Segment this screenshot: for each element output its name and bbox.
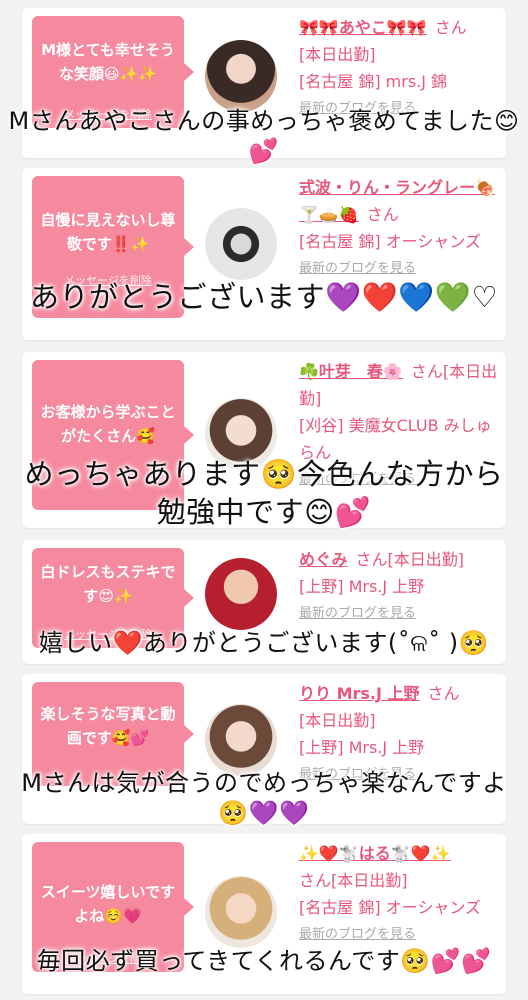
honorific: さん — [366, 205, 399, 224]
shop-text: [名古屋 錦] オーシャンズ — [299, 232, 482, 251]
message-text: スイーツ嬉しいですよね☺️💗 — [40, 883, 176, 925]
overlay-caption: 嬉しい❤️ありがとうございます(˚ଳ˚ )🥺 — [39, 629, 489, 657]
message-text: M様とても幸せそうな笑顔😃✨✨ — [41, 41, 175, 83]
honorific: さん — [434, 18, 467, 37]
status-text: [本日出勤] — [299, 45, 376, 64]
avatar[interactable] — [205, 558, 277, 630]
honorific: さん — [427, 684, 460, 703]
message-text: 楽しそうな写真と動画です🥰💕 — [40, 705, 176, 747]
avatar[interactable] — [205, 208, 277, 280]
overlay-caption: Mさんは気が合うのでめっちゃ楽なんですよ🥺💜💜 — [21, 769, 507, 827]
cast-name-link[interactable]: ☘️叶芽 春🌸 — [299, 362, 403, 381]
message-text: 自慢に見えないし尊敬です‼️✨ — [40, 211, 176, 253]
shop-text: [名古屋 錦] mrs.J 錦 — [299, 72, 448, 91]
cast-info: めぐみ さん[本日出勤] [上野] Mrs.J 上野 最新のブログを見る — [299, 546, 499, 627]
cast-info: ✨❤️🐩はる🐩❤️✨ さん[本日出勤] [名古屋 錦] オーシャンズ 最新のブロ… — [299, 840, 499, 948]
avatar[interactable] — [205, 704, 277, 776]
cast-name-link[interactable]: ✨❤️🐩はる🐩❤️✨ — [299, 844, 451, 863]
overlay-caption: めっちゃあります🥺今色んな方から勉強中です😊💕 — [24, 457, 504, 529]
overlay-caption: Mさんあやこさんの事めっちゃ褒めてました😊💕 — [8, 107, 520, 165]
blog-link[interactable]: 最新のブログを見る — [299, 921, 499, 948]
status-text: さん[本日出勤] — [299, 871, 408, 890]
overlay-caption: ありがとうございます💜❤️💙💚♡ — [30, 280, 498, 314]
overlay-caption: 毎回必ず買ってきてくれるんです🥺💕💕 — [36, 947, 492, 975]
cast-name-link[interactable]: りり Mrs.J 上野 — [299, 684, 420, 703]
shop-text: [上野] Mrs.J 上野 — [299, 577, 425, 596]
avatar[interactable] — [205, 40, 277, 112]
honorific: さん[本日出勤] — [355, 550, 464, 569]
avatar[interactable] — [205, 876, 277, 948]
cast-info: 式波・りん・ラングレー🍖🍸🥧🍓 さん [名古屋 錦] オーシャンズ 最新のブログを… — [299, 174, 499, 282]
blog-link[interactable]: 最新のブログを見る — [299, 600, 499, 627]
message-text: 白ドレスもステキです😍✨ — [40, 563, 176, 605]
cast-name-link[interactable]: 🎀🎀あやこ🎀🎀 — [299, 18, 427, 37]
cast-name-link[interactable]: めぐみ — [299, 550, 347, 569]
shop-text: [名古屋 錦] オーシャンズ — [299, 898, 482, 917]
status-text: [本日出勤] — [299, 711, 376, 730]
message-text: お客様から学ぶことがたくさん🥰 — [40, 403, 176, 445]
shop-text: [上野] Mrs.J 上野 — [299, 738, 425, 757]
